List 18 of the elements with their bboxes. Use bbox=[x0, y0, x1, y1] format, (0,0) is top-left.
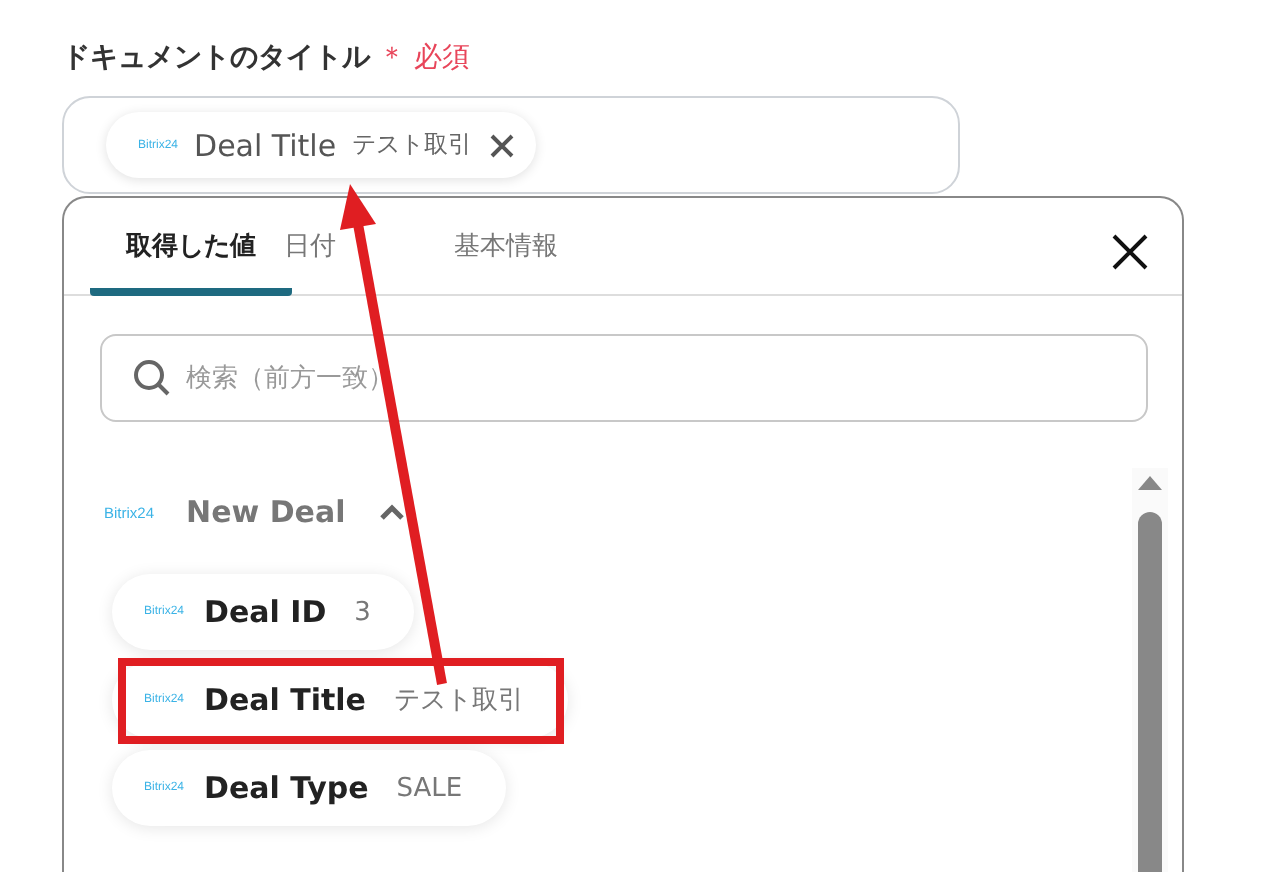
remove-icon[interactable] bbox=[488, 131, 517, 159]
item-name: Deal Title bbox=[204, 682, 366, 718]
search-icon bbox=[132, 358, 172, 398]
required-label: 必須 bbox=[414, 40, 470, 76]
chip-value: テスト取引 bbox=[352, 128, 473, 162]
field-label: ドキュメントのタイトル bbox=[62, 40, 370, 76]
item-value: テスト取引 bbox=[394, 684, 524, 718]
item-name: Deal Type bbox=[204, 770, 369, 806]
item-name: Deal ID bbox=[204, 594, 327, 630]
chevron-up-icon[interactable] bbox=[377, 502, 406, 522]
required-mark: ＊ bbox=[378, 40, 406, 76]
chip-name: Deal Title bbox=[194, 127, 337, 163]
item-value: 3 bbox=[354, 597, 371, 627]
tab[interactable]: 基本情報 bbox=[418, 228, 594, 296]
close-icon[interactable] bbox=[1110, 232, 1150, 272]
search-field[interactable]: 検索（前方一致） bbox=[100, 334, 1148, 422]
group-title: New Deal bbox=[186, 494, 346, 530]
item-value: SALE bbox=[396, 773, 463, 803]
